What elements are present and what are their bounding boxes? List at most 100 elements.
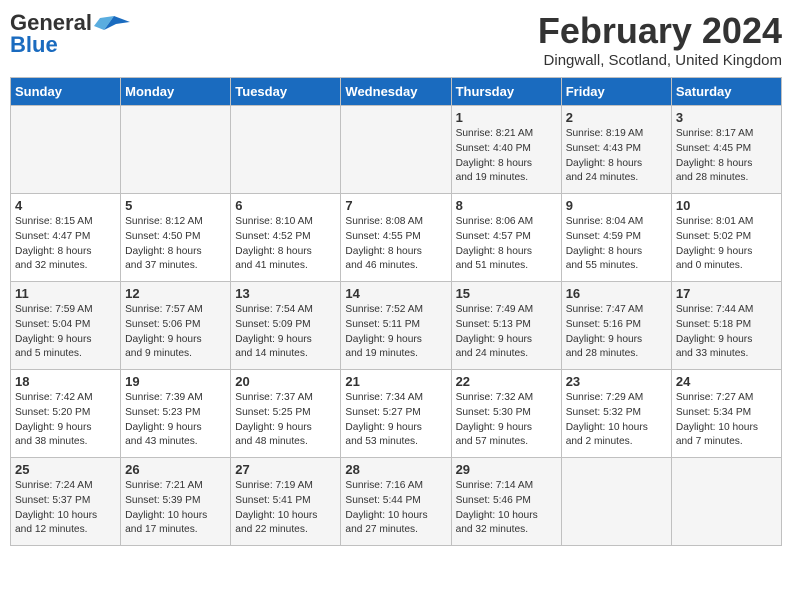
calendar-cell: 27 Sunrise: 7:19 AM Sunset: 5:41 PM Dayli…	[231, 458, 341, 546]
calendar-cell: 1Sunrise: 8:21 AM Sunset: 4:40 PM Daylig…	[451, 106, 561, 194]
day-number: 22	[456, 374, 557, 389]
day-number: 9	[566, 198, 667, 213]
day-info: Sunrise: 7:19 AM Sunset: 5:41 PM Dayligh…	[235, 479, 336, 538]
calendar-cell: 10 Sunrise: 8:01 AM Sunset: 5:02 PM Dayli…	[671, 194, 781, 282]
day-number: 26	[125, 462, 226, 477]
month-title: February 2024	[538, 10, 782, 52]
day-number: 29	[456, 462, 557, 477]
calendar-cell: 22 Sunrise: 7:32 AM Sunset: 5:30 PM Dayli…	[451, 370, 561, 458]
calendar-cell	[11, 106, 121, 194]
day-info: Sunrise: 7:44 AM Sunset: 5:18 PM Dayligh…	[676, 303, 777, 362]
calendar-cell	[121, 106, 231, 194]
calendar-cell	[231, 106, 341, 194]
day-info: Sunrise: 8:21 AM Sunset: 4:40 PM Dayligh…	[456, 127, 557, 186]
day-info: Sunrise: 8:06 AM Sunset: 4:57 PM Dayligh…	[456, 215, 557, 274]
day-info: Sunrise: 8:15 AM Sunset: 4:47 PM Dayligh…	[15, 215, 116, 274]
day-header-tuesday: Tuesday	[231, 78, 341, 106]
day-number: 20	[235, 374, 336, 389]
day-number: 25	[15, 462, 116, 477]
calendar-cell: 17 Sunrise: 7:44 AM Sunset: 5:18 PM Dayli…	[671, 282, 781, 370]
calendar-cell	[561, 458, 671, 546]
calendar-cell: 23 Sunrise: 7:29 AM Sunset: 5:32 PM Dayli…	[561, 370, 671, 458]
day-number: 17	[676, 286, 777, 301]
day-number: 14	[345, 286, 446, 301]
calendar-cell: 2 Sunrise: 8:19 AM Sunset: 4:43 PM Daylig…	[561, 106, 671, 194]
day-info: Sunrise: 7:52 AM Sunset: 5:11 PM Dayligh…	[345, 303, 446, 362]
day-number: 27	[235, 462, 336, 477]
day-number: 15	[456, 286, 557, 301]
calendar-cell: 20 Sunrise: 7:37 AM Sunset: 5:25 PM Dayli…	[231, 370, 341, 458]
calendar-cell: 13Sunrise: 7:54 AM Sunset: 5:09 PM Dayli…	[231, 282, 341, 370]
day-info: Sunrise: 8:08 AM Sunset: 4:55 PM Dayligh…	[345, 215, 446, 274]
day-number: 18	[15, 374, 116, 389]
location-title: Dingwall, Scotland, United Kingdom	[538, 52, 782, 69]
page-header: General Blue February 2024 Dingwall, Sco…	[10, 10, 782, 69]
day-number: 28	[345, 462, 446, 477]
day-header-friday: Friday	[561, 78, 671, 106]
calendar-cell: 15 Sunrise: 7:49 AM Sunset: 5:13 PM Dayli…	[451, 282, 561, 370]
logo-text-blue: Blue	[10, 32, 58, 58]
calendar-cell: 29 Sunrise: 7:14 AM Sunset: 5:46 PM Dayli…	[451, 458, 561, 546]
day-info: Sunrise: 7:34 AM Sunset: 5:27 PM Dayligh…	[345, 391, 446, 450]
day-info: Sunrise: 8:19 AM Sunset: 4:43 PM Dayligh…	[566, 127, 667, 186]
day-number: 4	[15, 198, 116, 213]
week-row-3: 11 Sunrise: 7:59 AM Sunset: 5:04 PM Dayli…	[11, 282, 782, 370]
day-info: Sunrise: 7:54 AM Sunset: 5:09 PM Dayligh…	[235, 303, 336, 362]
day-number: 2	[566, 110, 667, 125]
calendar-cell: 18 Sunrise: 7:42 AM Sunset: 5:20 PM Dayli…	[11, 370, 121, 458]
day-number: 21	[345, 374, 446, 389]
day-info: Sunrise: 7:32 AM Sunset: 5:30 PM Dayligh…	[456, 391, 557, 450]
calendar-cell: 25Sunrise: 7:24 AM Sunset: 5:37 PM Dayli…	[11, 458, 121, 546]
day-number: 8	[456, 198, 557, 213]
day-number: 7	[345, 198, 446, 213]
day-info: Sunrise: 7:42 AM Sunset: 5:20 PM Dayligh…	[15, 391, 116, 450]
day-info: Sunrise: 7:49 AM Sunset: 5:13 PM Dayligh…	[456, 303, 557, 362]
calendar-cell: 28 Sunrise: 7:16 AM Sunset: 5:44 PM Dayli…	[341, 458, 451, 546]
day-info: Sunrise: 8:01 AM Sunset: 5:02 PM Dayligh…	[676, 215, 777, 274]
day-info: Sunrise: 8:12 AM Sunset: 4:50 PM Dayligh…	[125, 215, 226, 274]
week-row-4: 18 Sunrise: 7:42 AM Sunset: 5:20 PM Dayli…	[11, 370, 782, 458]
calendar-table: SundayMondayTuesdayWednesdayThursdayFrid…	[10, 77, 782, 546]
week-row-1: 1Sunrise: 8:21 AM Sunset: 4:40 PM Daylig…	[11, 106, 782, 194]
day-info: Sunrise: 7:14 AM Sunset: 5:46 PM Dayligh…	[456, 479, 557, 538]
day-info: Sunrise: 7:21 AM Sunset: 5:39 PM Dayligh…	[125, 479, 226, 538]
calendar-cell: 12 Sunrise: 7:57 AM Sunset: 5:06 PM Dayli…	[121, 282, 231, 370]
day-header-thursday: Thursday	[451, 78, 561, 106]
logo-bird-icon	[94, 12, 130, 34]
day-number: 10	[676, 198, 777, 213]
day-number: 19	[125, 374, 226, 389]
day-number: 6	[235, 198, 336, 213]
day-info: Sunrise: 7:27 AM Sunset: 5:34 PM Dayligh…	[676, 391, 777, 450]
day-number: 12	[125, 286, 226, 301]
day-info: Sunrise: 8:10 AM Sunset: 4:52 PM Dayligh…	[235, 215, 336, 274]
day-number: 3	[676, 110, 777, 125]
day-info: Sunrise: 8:04 AM Sunset: 4:59 PM Dayligh…	[566, 215, 667, 274]
day-header-monday: Monday	[121, 78, 231, 106]
title-block: February 2024 Dingwall, Scotland, United…	[538, 10, 782, 69]
day-info: Sunrise: 7:16 AM Sunset: 5:44 PM Dayligh…	[345, 479, 446, 538]
day-info: Sunrise: 7:37 AM Sunset: 5:25 PM Dayligh…	[235, 391, 336, 450]
day-header-wednesday: Wednesday	[341, 78, 451, 106]
calendar-cell: 6 Sunrise: 8:10 AM Sunset: 4:52 PM Daylig…	[231, 194, 341, 282]
calendar-cell: 24 Sunrise: 7:27 AM Sunset: 5:34 PM Dayli…	[671, 370, 781, 458]
header-row: SundayMondayTuesdayWednesdayThursdayFrid…	[11, 78, 782, 106]
day-info: Sunrise: 7:57 AM Sunset: 5:06 PM Dayligh…	[125, 303, 226, 362]
day-info: Sunrise: 7:59 AM Sunset: 5:04 PM Dayligh…	[15, 303, 116, 362]
day-number: 23	[566, 374, 667, 389]
day-info: Sunrise: 7:29 AM Sunset: 5:32 PM Dayligh…	[566, 391, 667, 450]
day-header-saturday: Saturday	[671, 78, 781, 106]
calendar-cell: 11 Sunrise: 7:59 AM Sunset: 5:04 PM Dayli…	[11, 282, 121, 370]
calendar-cell: 3 Sunrise: 8:17 AM Sunset: 4:45 PM Daylig…	[671, 106, 781, 194]
calendar-cell: 5 Sunrise: 8:12 AM Sunset: 4:50 PM Daylig…	[121, 194, 231, 282]
day-number: 16	[566, 286, 667, 301]
logo: General Blue	[10, 10, 130, 58]
day-number: 24	[676, 374, 777, 389]
day-info: Sunrise: 8:17 AM Sunset: 4:45 PM Dayligh…	[676, 127, 777, 186]
day-info: Sunrise: 7:39 AM Sunset: 5:23 PM Dayligh…	[125, 391, 226, 450]
calendar-cell: 16Sunrise: 7:47 AM Sunset: 5:16 PM Dayli…	[561, 282, 671, 370]
calendar-cell: 8 Sunrise: 8:06 AM Sunset: 4:57 PM Daylig…	[451, 194, 561, 282]
calendar-cell: 14 Sunrise: 7:52 AM Sunset: 5:11 PM Dayli…	[341, 282, 451, 370]
day-number: 11	[15, 286, 116, 301]
calendar-cell: 9 Sunrise: 8:04 AM Sunset: 4:59 PM Daylig…	[561, 194, 671, 282]
day-number: 5	[125, 198, 226, 213]
